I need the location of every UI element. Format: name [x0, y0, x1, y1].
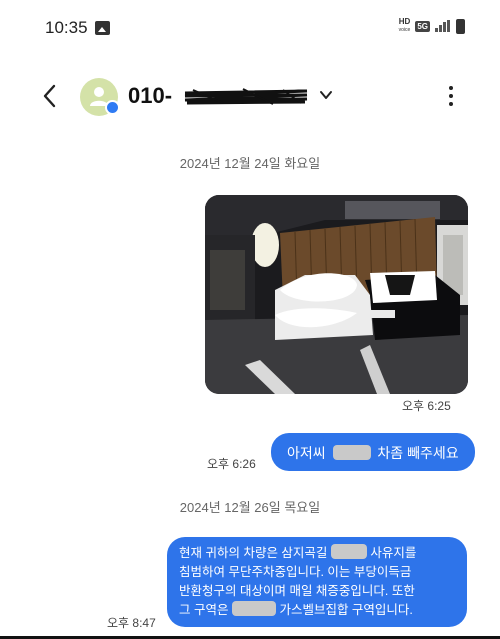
- message-text: 차좀 빼주세요: [377, 445, 459, 461]
- gallery-notification-icon: [95, 21, 110, 35]
- network-5g-icon: 5G: [415, 20, 430, 32]
- conversation-header: 010-: [0, 72, 500, 122]
- hd-voice-icon: HD voice: [399, 18, 411, 34]
- sent-message-bubble[interactable]: 아저씨 차좀 빼주세요: [271, 433, 475, 471]
- message-line: 침범하여 무단주차중입니다. 이는 부당이득금: [179, 565, 412, 579]
- message-text: 가스벨브집합 구역입니다.: [279, 603, 413, 617]
- chat-badge-icon: [105, 100, 120, 115]
- more-vert-icon[interactable]: [443, 84, 459, 110]
- message-line: 그 구역은 가스벨브집합 구역입니다.: [179, 601, 455, 620]
- voice-label: voice: [398, 27, 411, 33]
- status-icons: HD voice 5G: [399, 18, 465, 34]
- back-arrow-icon[interactable]: [38, 82, 62, 110]
- message-line: 반환청구의 대상이며 매일 채증중입니다. 또한: [179, 584, 415, 598]
- battery-icon: [456, 18, 465, 34]
- message-text: 아저씨: [287, 445, 326, 461]
- message-text: 현재 귀하의 차량은 삼지곡길: [179, 546, 328, 560]
- message-text: 사유지를: [370, 546, 417, 560]
- message-time: 오후 6:26: [207, 457, 256, 471]
- message-time: 오후 6:25: [402, 399, 451, 413]
- sent-message-bubble[interactable]: 현재 귀하의 차량은 삼지곡길 사유지를 침범하여 무단주차중입니다. 이는 부…: [167, 537, 467, 627]
- redaction-scribble: [184, 88, 308, 105]
- hd-label: HD: [398, 17, 411, 26]
- contact-number[interactable]: 010-: [128, 83, 172, 109]
- status-time: 10:35: [45, 18, 88, 37]
- chevron-down-icon[interactable]: [318, 87, 334, 103]
- signal-icon: [435, 20, 451, 32]
- photo-message[interactable]: [205, 195, 468, 394]
- status-bar: 10:35 HD voice 5G: [0, 0, 500, 58]
- message-line: 현재 귀하의 차량은 삼지곡길 사유지를: [179, 544, 455, 563]
- redaction-box: [332, 445, 371, 460]
- redaction-box: [231, 601, 276, 616]
- message-text: 그 구역은: [179, 603, 229, 617]
- date-divider: 2024년 12월 26일 목요일: [179, 500, 321, 515]
- date-divider: 2024년 12월 24일 화요일: [179, 156, 321, 171]
- message-time: 오후 8:47: [107, 616, 156, 630]
- redaction-box: [330, 544, 367, 559]
- parking-photo-image: [205, 195, 468, 394]
